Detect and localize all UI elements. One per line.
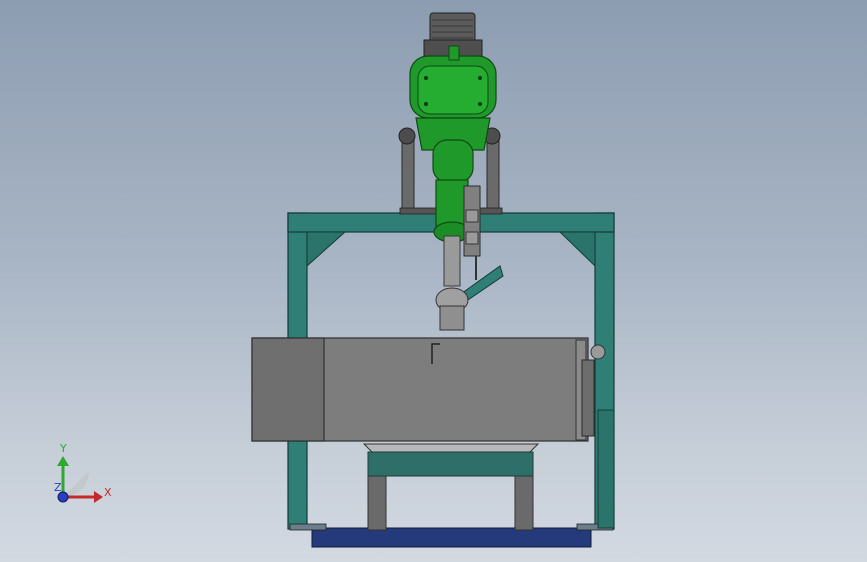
z-axis-label: Z [54,481,62,494]
foot-left [289,523,327,531]
frame-gusset-left [306,231,347,268]
x-axis-arrow [94,491,103,503]
cad-viewport[interactable]: Y X Z [0,0,867,562]
base-plate [311,527,592,548]
bolt-3 [424,102,428,106]
tank-end-cap [251,337,325,442]
tray-leg-right [514,475,534,531]
coupling-lower [439,305,465,331]
clamp-block-1 [465,209,479,223]
tray-body [367,451,534,477]
y-axis-arrow [57,456,69,466]
hinge-plate [581,359,595,437]
motor-stand-left [401,139,415,214]
gearbox-collar [432,139,474,183]
x-axis-label: X [104,486,112,499]
triad-arc [63,471,89,497]
motor-stand-right [486,139,500,214]
motor-flange [417,65,489,115]
mixing-shaft [443,235,461,287]
drip-tray [362,443,540,453]
right-bracket [597,409,615,529]
clamp-block-2 [465,231,479,245]
output-tube [435,179,469,227]
bolt-4 [478,102,482,106]
motor-neck [448,45,460,61]
frame-gusset-right [558,231,596,268]
tank-knob-top [590,344,606,360]
reference-triad[interactable]: Y X Z [54,442,112,503]
pivot-left [398,127,416,145]
bolt-2 [478,76,482,80]
y-axis-label: Y [59,442,67,455]
tray-leg-left [367,475,387,531]
bolt-1 [424,76,428,80]
